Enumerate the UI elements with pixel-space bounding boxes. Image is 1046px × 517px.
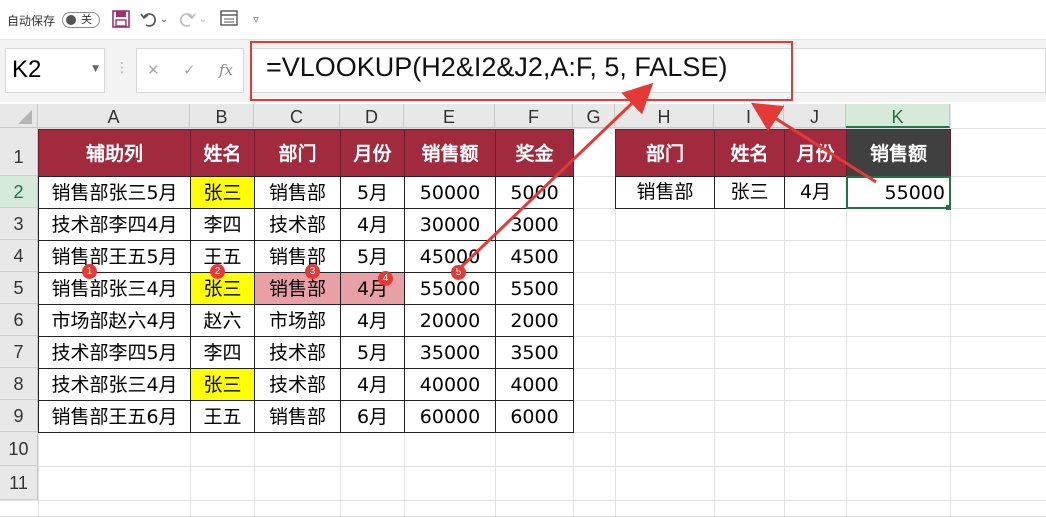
arrow-to-formula [456,82,654,272]
annotation-arrows [456,82,877,272]
arrow-from-result [750,102,877,184]
